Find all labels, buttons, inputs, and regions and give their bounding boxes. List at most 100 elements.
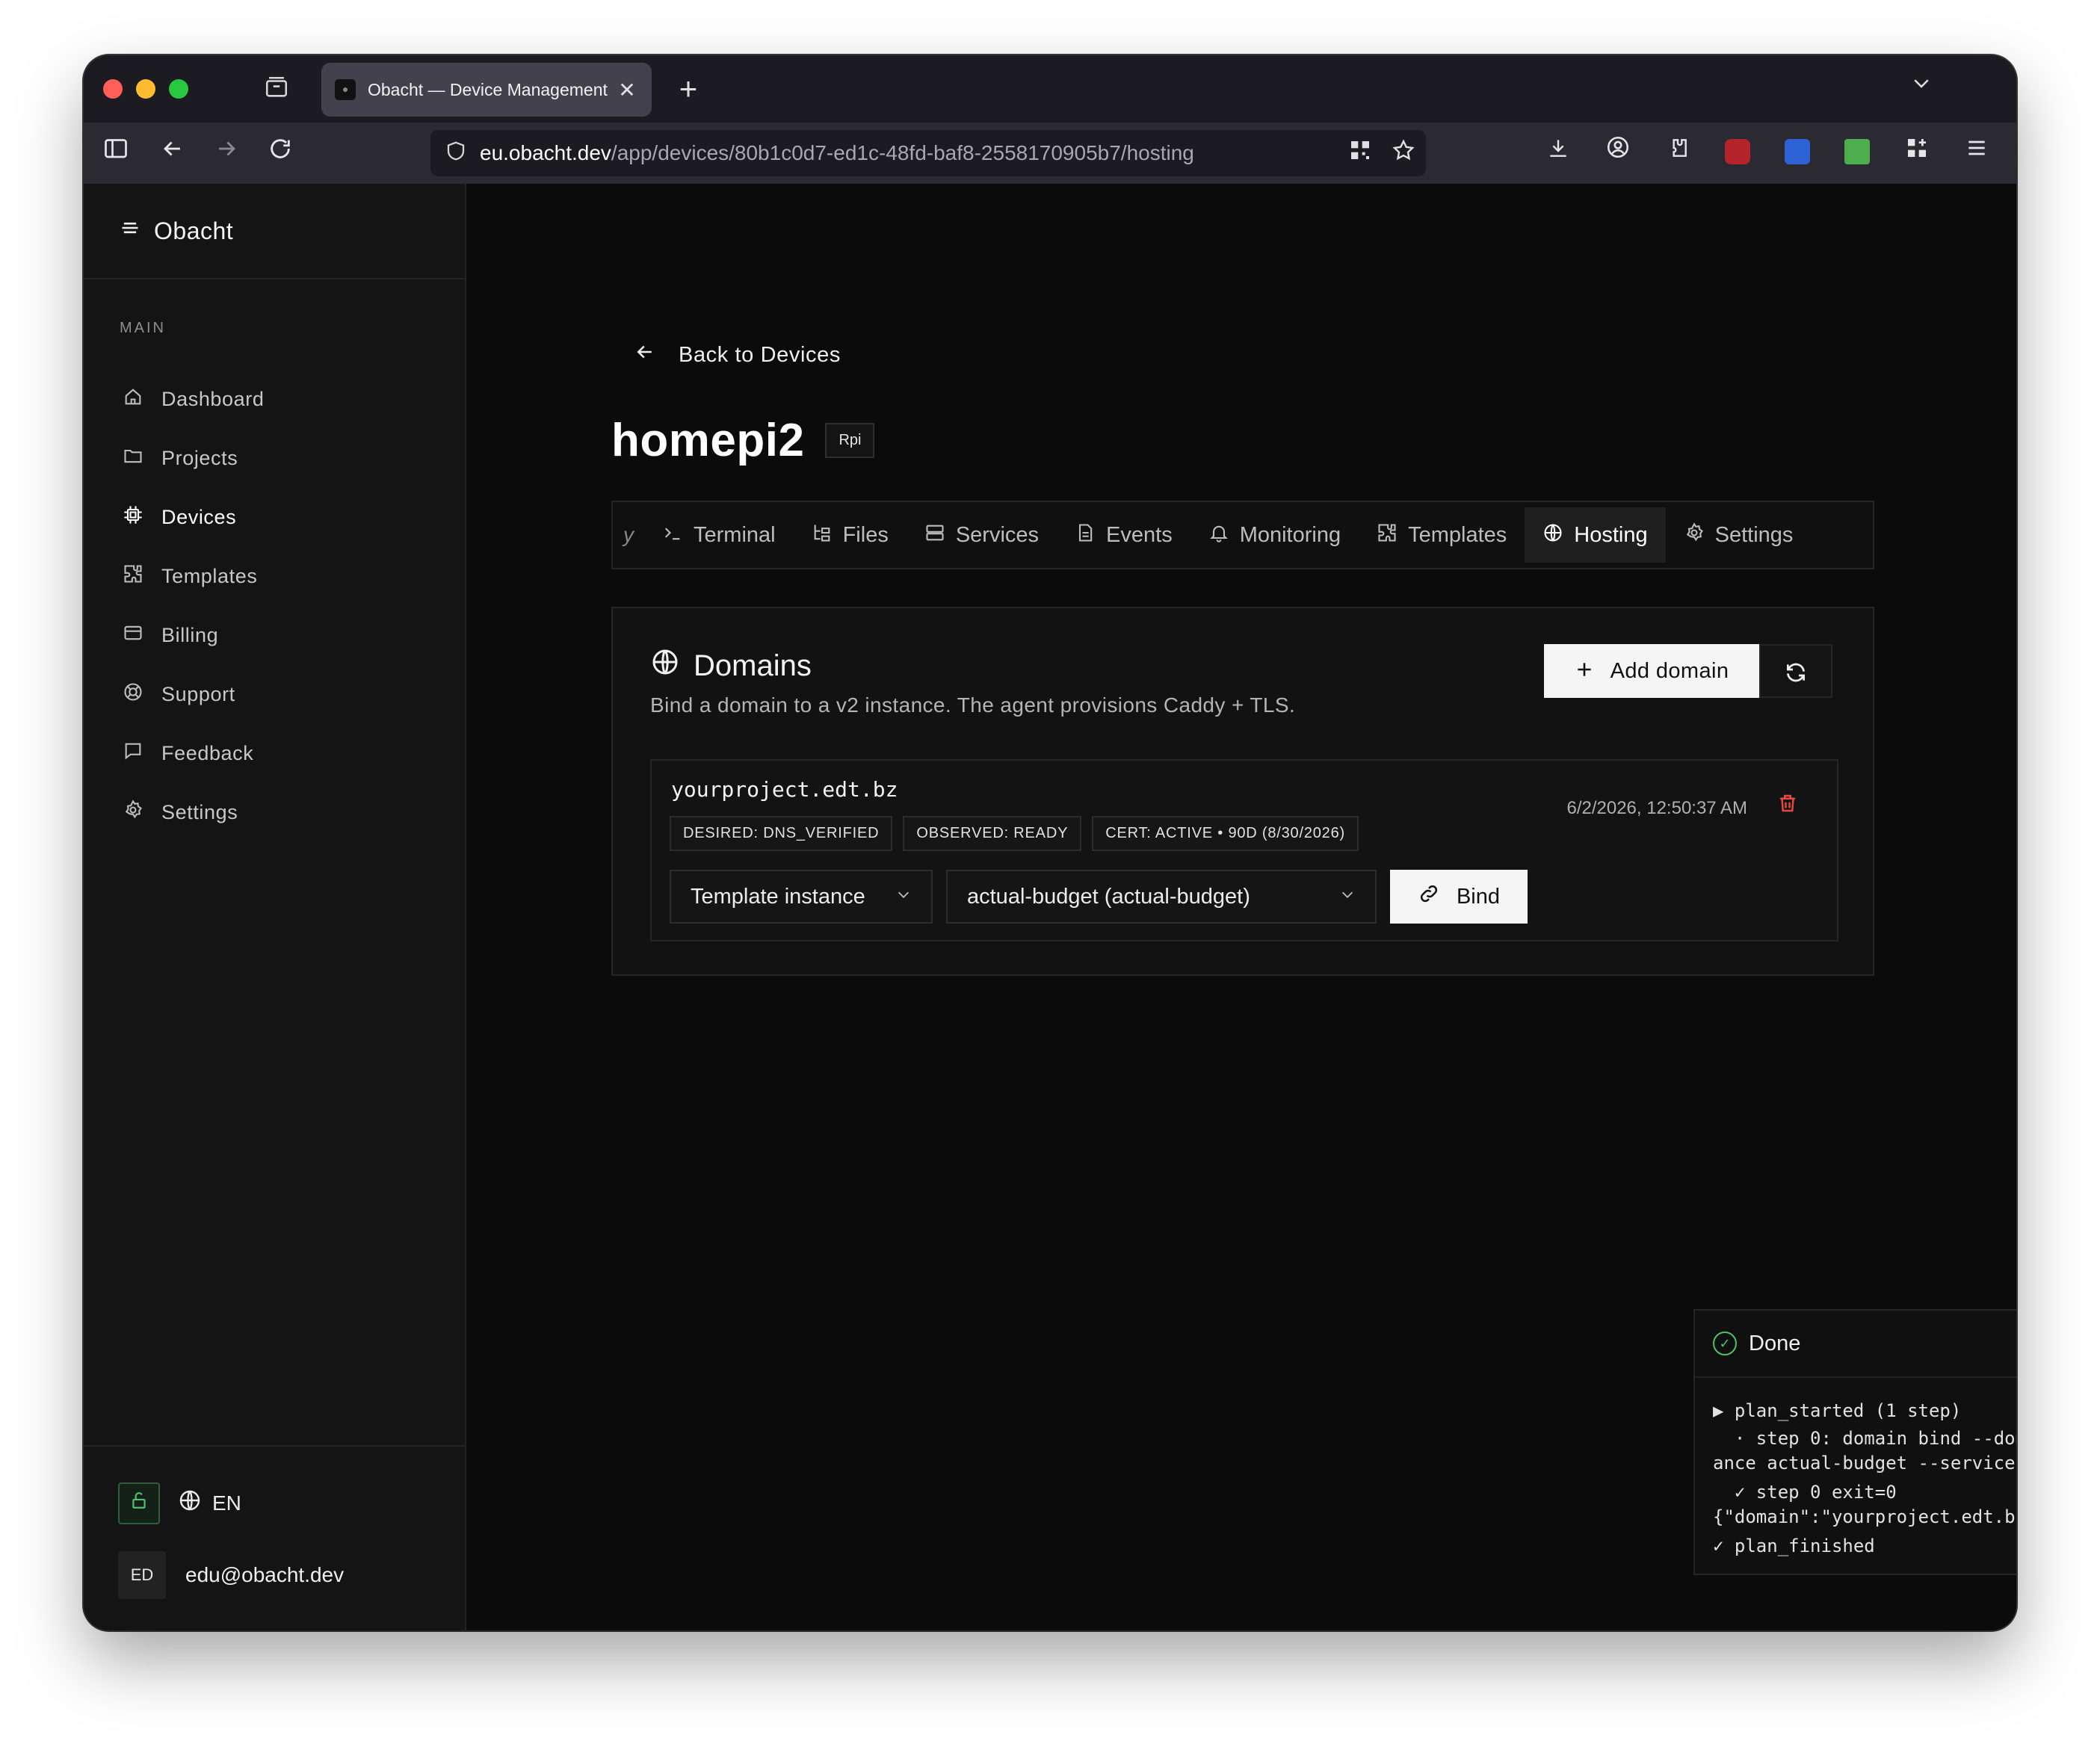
user-email[interactable]: edu@obacht.dev [185, 1551, 344, 1599]
tracking-shield-icon[interactable] [441, 140, 471, 167]
log-header: ✓ Done [1695, 1311, 2016, 1378]
globe-icon [650, 647, 680, 684]
sidebar-item-dashboard[interactable]: Dashboard [84, 370, 465, 429]
cert-status-badge: CERT: ACTIVE • 90D (8/30/2026) [1092, 816, 1359, 851]
browser-window: Obacht — Device Management ✕ + eu.obacht… [84, 55, 2016, 1630]
link-icon [1418, 882, 1440, 911]
domain-badges: DESIRED: DNS_VERIFIED OBSERVED: READY CE… [670, 816, 1359, 851]
back-arrow-icon[interactable] [154, 134, 191, 172]
home-icon [120, 386, 146, 412]
domains-title: Domains [694, 649, 812, 682]
sidebar-footer: EN ED edu@obacht.dev [84, 1445, 465, 1630]
language-switcher[interactable]: EN [178, 1482, 241, 1524]
chevron-down-icon[interactable] [1904, 72, 1939, 100]
tab-files[interactable]: Files [794, 507, 907, 563]
close-window-button[interactable] [103, 79, 123, 99]
extensions-icon[interactable] [1661, 134, 1695, 169]
refresh-button[interactable] [1759, 644, 1832, 698]
download-icon[interactable] [1541, 134, 1575, 169]
server-icon [924, 522, 945, 548]
sidebar-item-billing[interactable]: Billing [84, 606, 465, 665]
address-bar[interactable]: eu.obacht.dev/app/devices/80b1c0d7-ed1c-… [430, 130, 1426, 176]
tab-truncated-label[interactable]: y [619, 523, 644, 547]
sidebar-item-feedback[interactable]: Feedback [84, 724, 465, 783]
green-extension-icon[interactable] [1840, 134, 1874, 169]
minimize-window-button[interactable] [136, 79, 155, 99]
language-label: EN [212, 1491, 241, 1515]
tab-close-icon[interactable]: ✕ [616, 78, 638, 102]
tab-events[interactable]: Events [1057, 507, 1190, 563]
check-circle-icon: ✓ [1713, 1332, 1737, 1355]
sidebar-item-settings[interactable]: Settings [84, 783, 465, 842]
device-tabs: y Terminal Files Services Events Monitor… [611, 501, 1874, 569]
favicon-icon [335, 79, 356, 100]
puzzle-icon [1377, 522, 1398, 548]
forward-arrow-icon[interactable] [208, 134, 245, 172]
trash-icon[interactable] [1773, 792, 1803, 820]
ublock-icon[interactable] [1720, 134, 1755, 169]
lock-open-icon[interactable] [118, 1482, 160, 1524]
browser-tab-active[interactable]: Obacht — Device Management ✕ [321, 63, 652, 117]
sidebar-item-templates[interactable]: Templates [84, 547, 465, 606]
gear-icon [1684, 522, 1705, 548]
privacy-shield-icon[interactable] [1780, 134, 1815, 169]
brand[interactable]: Obacht [84, 184, 465, 279]
tab-services[interactable]: Services [907, 507, 1057, 563]
domains-panel: Domains Bind a domain to a v2 instance. … [611, 607, 1874, 976]
sidebar-item-label: Settings [161, 801, 238, 823]
tab-settings[interactable]: Settings [1666, 507, 1812, 563]
brand-name: Obacht [154, 217, 234, 244]
tab-groups-icon[interactable] [262, 75, 291, 105]
sidebar-toggle-icon[interactable] [97, 134, 135, 172]
device-name: homepi2 [611, 415, 805, 466]
add-domain-button[interactable]: Add domain [1544, 644, 1759, 698]
sidebar-item-label: Feedback [161, 742, 254, 764]
bookmark-star-icon[interactable] [1392, 138, 1415, 168]
arrow-left-icon [634, 341, 656, 369]
sidebar-item-support[interactable]: Support [84, 665, 465, 724]
log-status: Done [1749, 1331, 1801, 1355]
nav-section-label: MAIN [120, 320, 166, 336]
operation-log-panel: ✓ Done ▶ plan_started (1 step) · step 0:… [1693, 1309, 2016, 1575]
tab-title: Obacht — Device Management [368, 79, 608, 99]
tab-label: Hosting [1574, 522, 1648, 547]
target-instance-select[interactable]: actual-budget (actual-budget) [946, 870, 1377, 924]
apps-grid-icon[interactable] [1900, 134, 1934, 169]
bell-icon [1208, 522, 1229, 548]
bind-button[interactable]: Bind [1390, 870, 1528, 924]
bind-label: Bind [1456, 884, 1501, 909]
sidebar: Obacht MAIN Dashboard Projects Devices T… [84, 184, 466, 1630]
back-link-label: Back to Devices [679, 342, 841, 367]
tab-label: Monitoring [1239, 522, 1341, 547]
tab-terminal[interactable]: Terminal [644, 507, 794, 563]
url-path: /app/devices/80b1c0d7-ed1c-48fd-baf8-255… [611, 141, 1194, 164]
log-line: {"domain":"yourproject.edt.bz","ok":true… [1713, 1506, 2016, 1527]
chevron-down-icon [1339, 886, 1356, 907]
sidebar-item-projects[interactable]: Projects [84, 429, 465, 488]
tab-hosting[interactable]: Hosting [1525, 507, 1666, 563]
tab-label: Services [955, 522, 1040, 547]
qr-code-icon[interactable] [1348, 138, 1372, 168]
menu-hamburger-icon[interactable] [1960, 134, 1994, 169]
sidebar-item-label: Dashboard [161, 388, 265, 410]
app-root: Obacht MAIN Dashboard Projects Devices T… [84, 184, 2016, 1630]
tab-label: Terminal [694, 522, 776, 547]
device-type-badge: Rpi [825, 423, 875, 458]
url-text[interactable]: eu.obacht.dev/app/devices/80b1c0d7-ed1c-… [480, 141, 1348, 165]
plus-icon [1575, 657, 1594, 686]
target-kind-select[interactable]: Template instance [670, 870, 933, 924]
back-to-devices-link[interactable]: Back to Devices [634, 341, 841, 369]
tab-templates[interactable]: Templates [1359, 507, 1525, 563]
sidebar-item-devices[interactable]: Devices [84, 488, 465, 547]
browser-tab-bar: Obacht — Device Management ✕ + [84, 55, 2016, 123]
tab-label: Events [1106, 522, 1173, 547]
log-line: ✓ plan_finished [1713, 1536, 1875, 1556]
green-badge [1844, 139, 1870, 164]
avatar[interactable]: ED [118, 1551, 166, 1599]
new-tab-button[interactable]: + [671, 72, 705, 106]
reload-icon[interactable] [262, 134, 299, 172]
tab-monitoring[interactable]: Monitoring [1190, 507, 1359, 563]
domains-heading: Domains [650, 647, 812, 684]
maximize-window-button[interactable] [169, 79, 188, 99]
account-icon[interactable] [1601, 134, 1635, 169]
